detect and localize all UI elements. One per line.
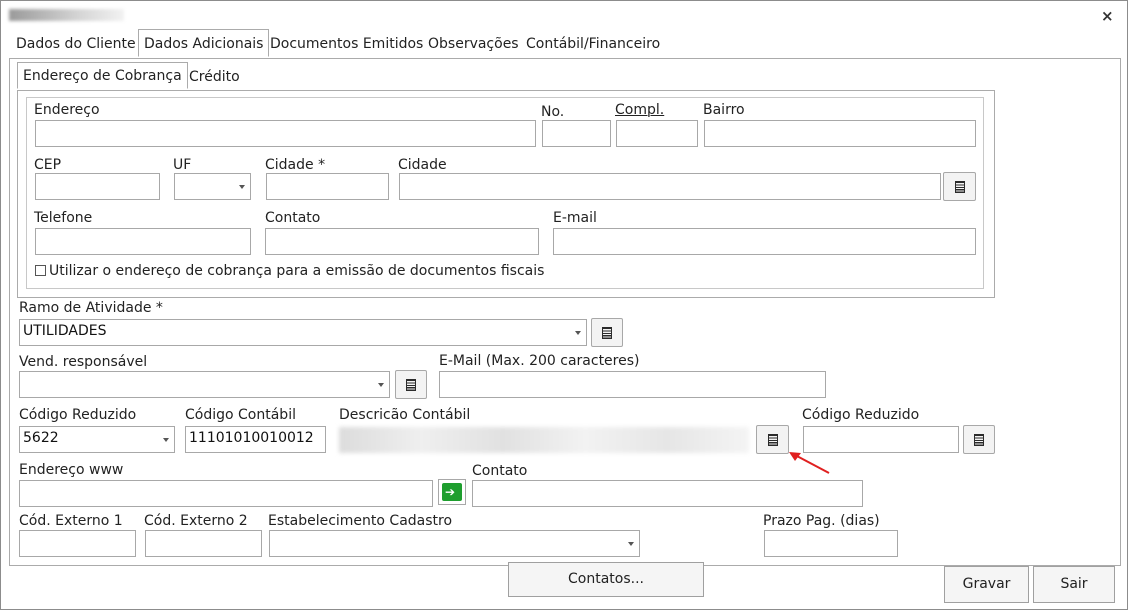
cidade-input[interactable] xyxy=(399,173,941,200)
list-icon xyxy=(602,326,612,339)
vend-lookup-button[interactable] xyxy=(395,370,427,399)
endereco-www-label: Endereço www xyxy=(19,462,124,478)
compl-input[interactable] xyxy=(616,120,698,147)
list-icon xyxy=(767,433,778,446)
chevron-down-icon xyxy=(163,437,169,442)
email-main-input[interactable] xyxy=(439,371,826,398)
prazo-pag-label: Prazo Pag. (dias) xyxy=(763,513,880,529)
uf-select[interactable] xyxy=(174,173,251,200)
cod-contabil-input[interactable]: 11101010010012 xyxy=(185,426,326,453)
list-icon xyxy=(406,378,416,391)
cidade-code-input[interactable] xyxy=(266,173,389,200)
tab-documentos-emitidos[interactable]: Documentos Emitidos xyxy=(270,36,423,52)
cod-externo1-label: Cód. Externo 1 xyxy=(19,513,123,529)
cidade-label: Cidade xyxy=(398,157,447,173)
tab-contabil-financeiro[interactable]: Contábil/Financeiro xyxy=(526,36,660,52)
bairro-label: Bairro xyxy=(703,102,745,118)
estabelecimento-select[interactable] xyxy=(269,530,640,557)
chevron-down-icon xyxy=(378,382,384,387)
email-cobranca-input[interactable] xyxy=(553,228,976,255)
go-url-button[interactable]: ➔ xyxy=(438,479,466,505)
dialog-window: × Dados do Cliente Dados Adicionais Docu… xyxy=(0,0,1128,610)
list-icon xyxy=(954,180,965,193)
annotation-arrow-icon xyxy=(789,452,830,474)
sair-button[interactable]: Sair xyxy=(1033,566,1115,603)
cidade-lookup-button[interactable] xyxy=(943,172,976,201)
estabelecimento-label: Estabelecimento Cadastro xyxy=(268,513,453,529)
cod-externo2-label: Cód. Externo 2 xyxy=(144,513,248,529)
numero-input[interactable] xyxy=(542,120,611,147)
cod-reduzido2-lookup-button[interactable] xyxy=(963,425,995,454)
cod-reduzido2-label: Código Reduzido xyxy=(802,407,920,423)
email-main-label: E-Mail (Max. 200 caracteres) xyxy=(439,353,640,369)
endereco-www-input[interactable] xyxy=(19,480,433,507)
ramo-atividade-value: UTILIDADES xyxy=(23,323,107,339)
cod-reduzido-label: Código Reduzido xyxy=(19,407,137,423)
arrow-right-icon: ➔ xyxy=(442,483,462,501)
cod-reduzido-value: 5622 xyxy=(23,430,59,446)
descricao-contabil-label: Descricão Contábil xyxy=(339,407,471,423)
cep-label: CEP xyxy=(34,157,62,173)
subtab-credito[interactable]: Crédito xyxy=(189,69,240,85)
cidade-code-label: Cidade * xyxy=(265,157,326,173)
chevron-down-icon xyxy=(628,541,634,546)
ramo-atividade-select[interactable]: UTILIDADES xyxy=(19,319,587,346)
contatos-button[interactable]: Contatos... xyxy=(508,562,704,597)
vend-responsavel-select[interactable] xyxy=(19,371,390,398)
cod-contabil-label: Código Contábil xyxy=(185,407,296,423)
window-title-redacted xyxy=(9,9,124,21)
gravar-button[interactable]: Gravar xyxy=(944,566,1029,603)
telefone-input[interactable] xyxy=(35,228,251,255)
cod-externo2-input[interactable] xyxy=(145,530,262,557)
endereco-input[interactable] xyxy=(35,120,536,147)
bairro-input[interactable] xyxy=(704,120,976,147)
cod-externo1-input[interactable] xyxy=(19,530,136,557)
usar-endereco-checkbox[interactable] xyxy=(35,265,46,276)
tab-dados-adicionais[interactable]: Dados Adicionais xyxy=(138,29,270,57)
vend-responsavel-label: Vend. responsável xyxy=(19,354,148,370)
numero-label: No. xyxy=(541,104,565,120)
uf-label: UF xyxy=(173,157,192,173)
email-cobranca-label: E-mail xyxy=(553,210,597,226)
contato-main-label: Contato xyxy=(472,463,528,479)
cod-reduzido-select[interactable]: 5622 xyxy=(19,426,175,453)
compl-label: Compl. xyxy=(615,102,665,118)
descricao-contabil-redacted xyxy=(339,427,749,453)
subtab-endereco-cobranca[interactable]: Endereço de Cobrança xyxy=(17,62,188,89)
list-icon xyxy=(974,433,984,446)
usar-endereco-label: Utilizar o endereço de cobrança para a e… xyxy=(49,263,545,279)
cep-input[interactable] xyxy=(35,173,160,200)
contato-main-input[interactable] xyxy=(472,480,863,507)
chevron-down-icon xyxy=(575,330,581,335)
contato-cobranca-label: Contato xyxy=(265,210,321,226)
endereco-label: Endereço xyxy=(34,102,100,118)
tab-dados-do-cliente[interactable]: Dados do Cliente xyxy=(16,36,136,52)
tab-observacoes[interactable]: Observações xyxy=(428,36,519,52)
close-icon[interactable]: × xyxy=(1101,7,1114,25)
ramo-lookup-button[interactable] xyxy=(591,318,623,347)
contato-cobranca-input[interactable] xyxy=(265,228,539,255)
chevron-down-icon xyxy=(239,184,245,189)
telefone-label: Telefone xyxy=(34,210,93,226)
prazo-pag-input[interactable] xyxy=(764,530,898,557)
ramo-atividade-label: Ramo de Atividade * xyxy=(19,300,163,316)
